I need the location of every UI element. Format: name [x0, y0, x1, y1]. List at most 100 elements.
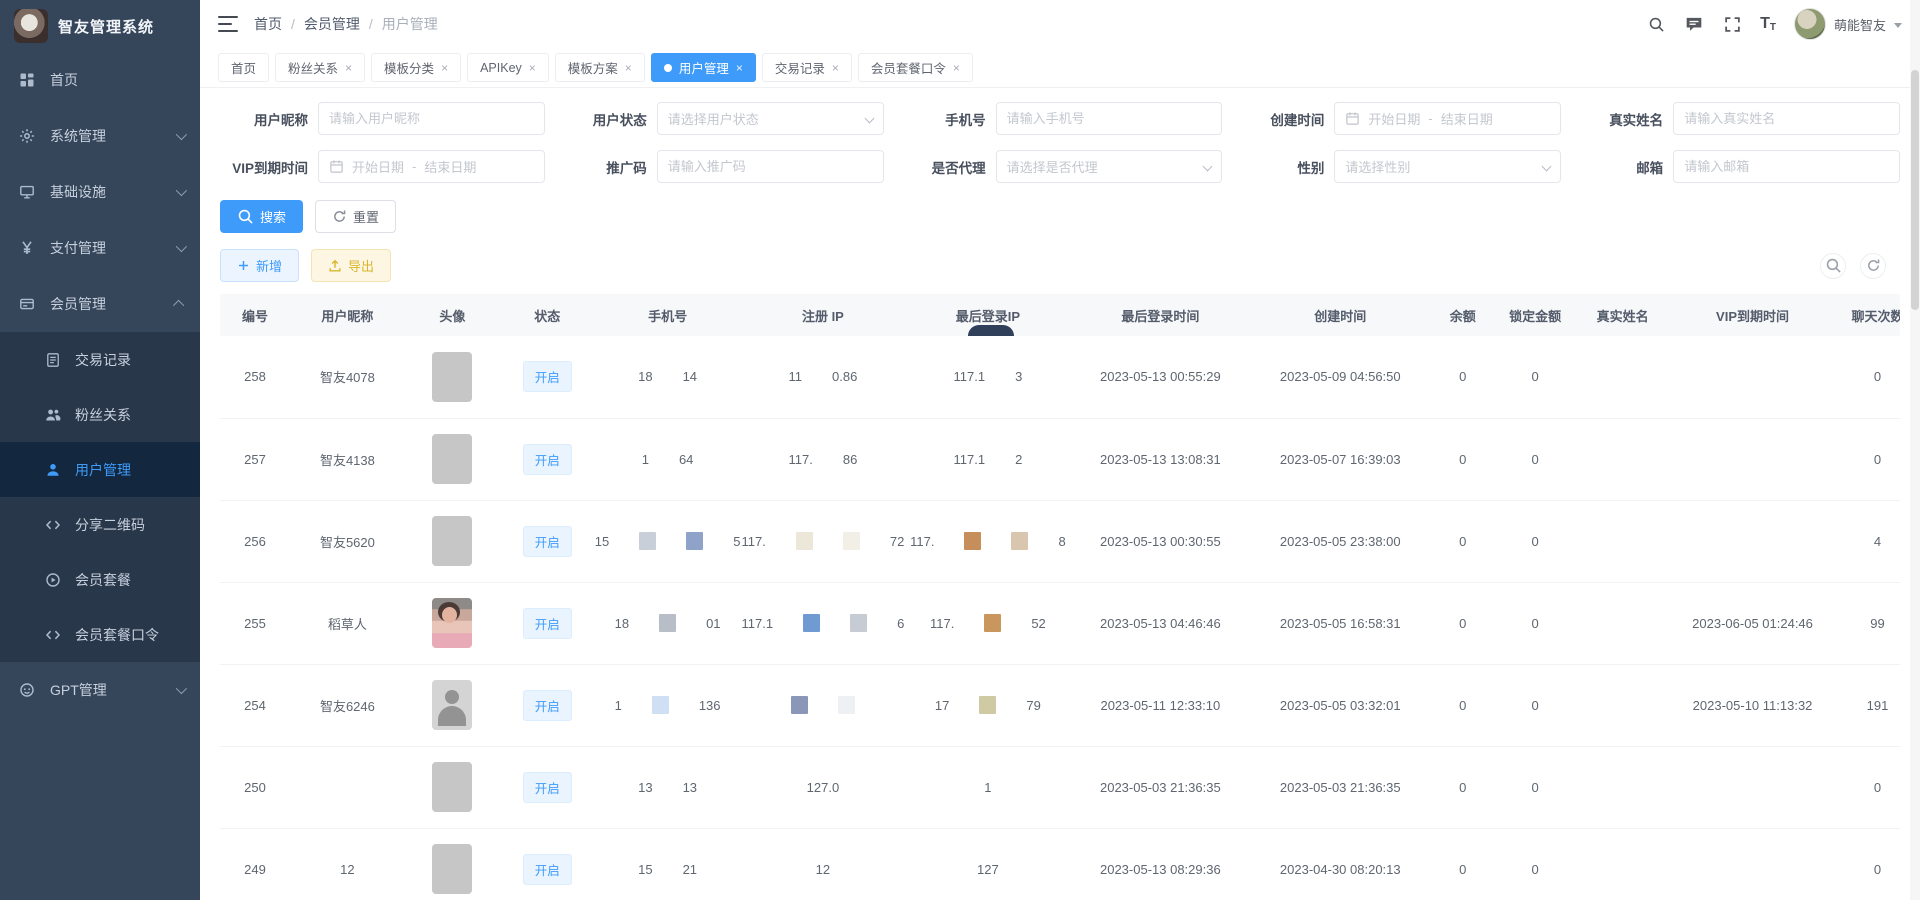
cell-id: 258 — [220, 336, 290, 418]
cell-balance: 0 — [1430, 828, 1495, 900]
table-search-icon[interactable] — [1820, 253, 1846, 279]
filter-field-phone: 手机号 — [898, 102, 1223, 135]
cell-locked: 0 — [1495, 336, 1575, 418]
close-icon[interactable]: × — [953, 62, 960, 74]
redacted-value: 12 — [740, 862, 905, 877]
sidebar-item-transactions[interactable]: 交易记录 — [0, 332, 200, 387]
status-select[interactable]: 请选择用户状态 — [657, 102, 884, 135]
cell-realname — [1575, 500, 1670, 582]
phone-input-field[interactable] — [1007, 111, 1212, 126]
cell-status: 开启 — [500, 336, 595, 418]
cell-nickname: 智友5620 — [290, 500, 405, 582]
chevron-up-icon — [173, 300, 184, 311]
breadcrumb-current: 用户管理 — [382, 14, 438, 34]
user-menu[interactable]: 萌能智友 — [1794, 8, 1902, 40]
table-row[interactable]: 255稻草人开启1801117.16117.522023-05-13 04:46… — [220, 582, 1900, 664]
tab-fans-relation[interactable]: 粉丝关系 × — [275, 53, 365, 82]
nickname-input-field[interactable] — [329, 111, 534, 126]
tab-label: APIKey — [480, 61, 522, 75]
table-refresh-icon[interactable] — [1860, 253, 1886, 279]
redaction-block — [838, 696, 855, 714]
nickname-input[interactable] — [318, 102, 545, 135]
search-button[interactable]: 搜索 — [220, 200, 303, 233]
column-header: 创建时间 — [1250, 294, 1430, 336]
close-icon[interactable]: × — [345, 62, 352, 74]
table-row[interactable]: 254智友6246开启113617792023-05-11 12:33:1020… — [220, 664, 1900, 746]
email-input-field[interactable] — [1684, 159, 1889, 174]
sidebar-item-payment[interactable]: 支付管理 — [0, 220, 200, 276]
tab-template-plan[interactable]: 模板方案 × — [555, 53, 645, 82]
column-header: 最后登录时间 — [1070, 294, 1250, 336]
cell-id: 257 — [220, 418, 290, 500]
sidebar-item-packages[interactable]: 会员套餐 — [0, 552, 200, 607]
cell-chats: 0 — [1835, 336, 1900, 418]
redaction-block — [659, 614, 676, 632]
sidebar-collapse-icon[interactable] — [218, 16, 238, 32]
range-end-placeholder: 结束日期 — [424, 157, 476, 176]
sidebar-item-label: 首页 — [50, 70, 78, 90]
close-icon[interactable]: × — [625, 62, 632, 74]
breadcrumb-home[interactable]: 首页 — [254, 14, 282, 34]
value-fragment: 117.1 — [742, 616, 774, 631]
main-area: 首页 / 会员管理 / 用户管理 TT 萌能智友 首页粉丝关系×模板分类×API… — [200, 0, 1920, 900]
close-icon[interactable]: × — [529, 62, 536, 74]
sidebar-item-member[interactable]: 会员管理 — [0, 276, 200, 332]
tab-template-category[interactable]: 模板分类× — [371, 53, 461, 82]
sidebar-item-fans[interactable]: 粉丝关系 — [0, 387, 200, 442]
breadcrumb-member[interactable]: 会员管理 — [304, 14, 360, 34]
cell-balance: 0 — [1430, 664, 1495, 746]
realname-input-field[interactable] — [1684, 111, 1889, 126]
close-icon[interactable]: × — [736, 62, 743, 74]
phone-input[interactable] — [996, 102, 1223, 135]
gender-select[interactable]: 请选择性别 — [1334, 150, 1561, 183]
tab-package-code[interactable]: 会员套餐口令× — [858, 53, 973, 82]
sidebar-item-gpt[interactable]: GPT管理 — [0, 662, 200, 718]
close-icon[interactable]: × — [441, 62, 448, 74]
value-fragment: 3 — [1015, 369, 1022, 384]
tab-transaction-records[interactable]: 交易记录× — [762, 53, 852, 82]
message-icon[interactable] — [1684, 14, 1704, 34]
sidebar-item-system[interactable]: 系统管理 — [0, 108, 200, 164]
search-icon[interactable] — [1646, 14, 1666, 34]
redacted-value: 117.12 — [905, 452, 1070, 467]
cell-vip-expire — [1670, 418, 1835, 500]
tab-apikey[interactable]: APIKey × — [467, 53, 549, 82]
sidebar-item-home[interactable]: 首页 — [0, 52, 200, 108]
promo-code-input-field[interactable] — [668, 159, 873, 174]
promo-code-input[interactable] — [657, 150, 884, 183]
status-badge: 开启 — [523, 608, 572, 639]
window-scrollbar[interactable] — [1910, 0, 1920, 900]
sidebar-item-basic[interactable]: 基础设施 — [0, 164, 200, 220]
value-fragment: 18 — [638, 369, 652, 384]
scrollbar-thumb[interactable] — [1911, 70, 1919, 310]
table-row[interactable]: 257智友4138开启164117.86117.122023-05-13 13:… — [220, 418, 1900, 500]
table-row[interactable]: 24912开启1521121272023-05-13 08:29:362023-… — [220, 828, 1900, 900]
cell-balance: 0 — [1430, 582, 1495, 664]
email-input[interactable] — [1673, 150, 1900, 183]
filter-field-created-range: 创建时间开始日期-结束日期 — [1236, 102, 1561, 135]
table-row[interactable]: 256智友5620开启155117.72117.82023-05-13 00:3… — [220, 500, 1900, 582]
vip-range-daterange[interactable]: 开始日期-结束日期 — [318, 150, 545, 183]
avatar — [432, 598, 472, 648]
fullscreen-icon[interactable] — [1722, 14, 1742, 34]
cell-id: 255 — [220, 582, 290, 664]
reset-button[interactable]: 重置 — [315, 200, 396, 233]
sidebar-item-share-qrcode[interactable]: 分享二维码 — [0, 497, 200, 552]
created-range-daterange[interactable]: 开始日期-结束日期 — [1334, 102, 1561, 135]
tab-user-management[interactable]: 用户管理× — [651, 53, 756, 82]
font-size-icon[interactable]: TT — [1760, 15, 1776, 33]
is-agent-select[interactable]: 请选择是否代理 — [996, 150, 1223, 183]
tab-home[interactable]: 首页 — [218, 53, 269, 82]
realname-input[interactable] — [1673, 102, 1900, 135]
export-button[interactable]: 导出 — [311, 249, 391, 282]
table-row[interactable]: 250开启1313127.012023-05-03 21:36:352023-0… — [220, 746, 1900, 828]
column-header: 注册 IP — [740, 294, 905, 336]
tab-label: 模板方案 — [568, 58, 618, 77]
tab-label: 粉丝关系 — [288, 58, 338, 77]
redaction-artifact — [968, 325, 1014, 336]
table-row[interactable]: 258智友4078开启1814110.86117.132023-05-13 00… — [220, 336, 1900, 418]
add-button[interactable]: 新增 — [220, 249, 299, 282]
close-icon[interactable]: × — [832, 62, 839, 74]
sidebar-item-package-codes[interactable]: 会员套餐口令 — [0, 607, 200, 662]
sidebar-item-users[interactable]: 用户管理 — [0, 442, 200, 497]
